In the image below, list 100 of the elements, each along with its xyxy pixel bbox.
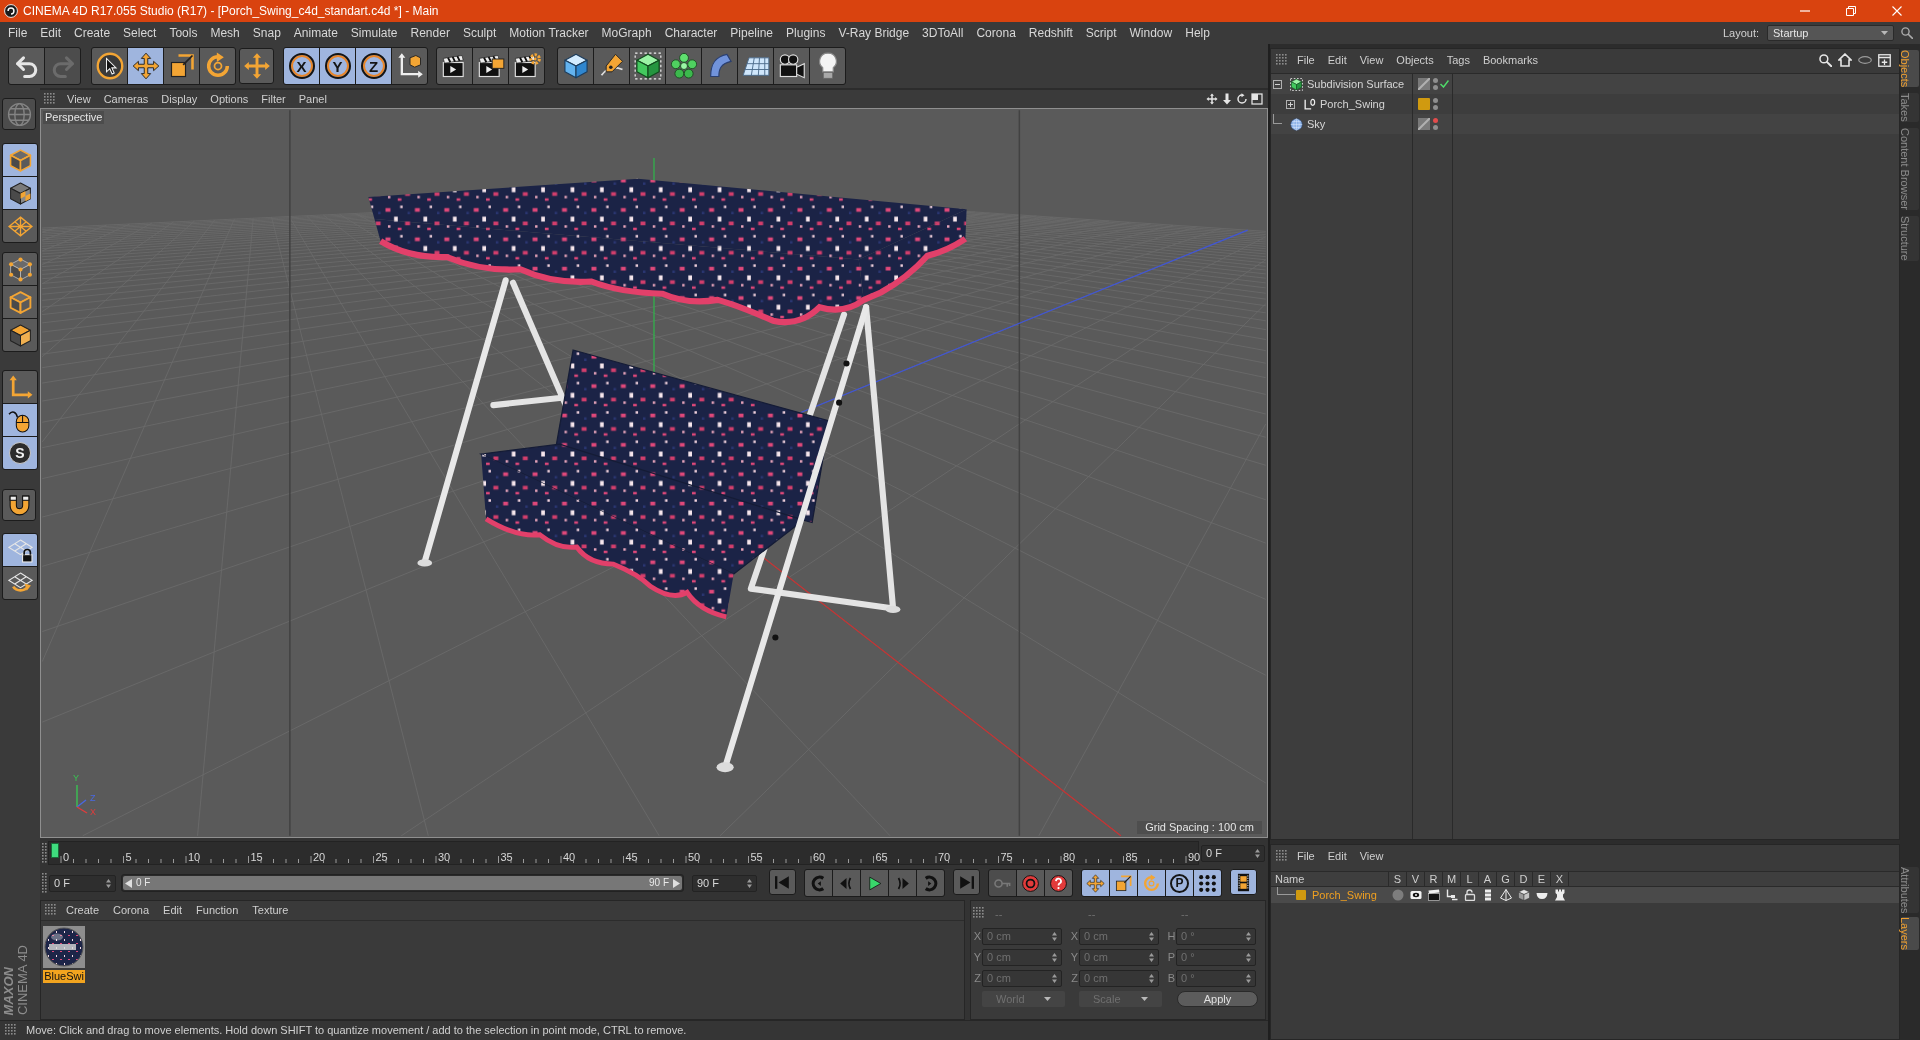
restore-icon[interactable] [1846, 6, 1856, 16]
menu-item[interactable]: Corona [113, 905, 150, 916]
menu-item[interactable]: View [1359, 850, 1384, 862]
menu-item[interactable]: Edit [40, 27, 62, 39]
bars-icon[interactable] [1482, 889, 1494, 901]
menu-item[interactable]: MoGraph [601, 27, 652, 39]
side-tab[interactable]: Attributes [1901, 866, 1919, 913]
close-icon[interactable] [1892, 6, 1902, 16]
rotate-view-icon[interactable] [1236, 93, 1248, 105]
eye-icon[interactable] [1410, 889, 1422, 901]
add-panel-icon[interactable] [1878, 53, 1891, 67]
panel-grip-icon[interactable] [45, 904, 58, 917]
status-dot-icon[interactable] [1433, 118, 1438, 123]
object-name[interactable]: Porch_Swing [1320, 95, 1385, 113]
axis-lock-button[interactable]: X [284, 48, 319, 84]
menu-item[interactable]: Function [196, 905, 239, 916]
menu-item[interactable]: File [1297, 54, 1315, 66]
menu-item[interactable]: Display [161, 93, 198, 105]
side-tab[interactable]: Structure [1901, 216, 1919, 261]
material-sphere-icon[interactable] [43, 926, 85, 968]
home-icon[interactable] [1838, 53, 1852, 67]
parameter-key-button[interactable]: P [1166, 870, 1193, 896]
rook-icon[interactable] [1554, 889, 1566, 901]
menu-item[interactable]: V-Ray Bridge [838, 27, 910, 39]
axis-lock-button[interactable]: Y [320, 48, 355, 84]
menu-item[interactable]: Panel [298, 93, 327, 105]
cube-cage-icon[interactable] [1290, 77, 1303, 91]
layout-dropdown[interactable]: Startup [1767, 25, 1894, 41]
panel-grip-icon[interactable] [42, 843, 47, 863]
menu-item[interactable]: Motion Tracker [509, 27, 589, 39]
caret-down-icon[interactable] [1881, 31, 1888, 35]
menu-item[interactable]: Bookmarks [1482, 54, 1538, 66]
object-name[interactable]: Subdivision Surface [1307, 75, 1405, 93]
menu-item[interactable]: Cameras [103, 93, 149, 105]
axis-lock-button[interactable]: Z [356, 48, 391, 84]
menu-item[interactable]: File [8, 27, 28, 39]
status-dot-icon[interactable] [1433, 78, 1438, 83]
spinner-arrows-icon[interactable] [106, 878, 111, 888]
arrow-down-icon[interactable] [1221, 93, 1233, 105]
menu-item[interactable]: Character [664, 27, 718, 39]
arrow-right-icon[interactable] [673, 878, 680, 888]
menu-item[interactable]: Redshift [1028, 27, 1073, 39]
dot-icon[interactable] [1392, 889, 1404, 901]
menu-item[interactable]: 3DToAll [922, 27, 964, 39]
end-frame-field[interactable]: 90 F [692, 874, 757, 892]
cube-icon[interactable] [1518, 889, 1530, 901]
playhead-marker[interactable] [51, 843, 59, 858]
menu-item[interactable]: Select [123, 27, 157, 39]
padlock-icon[interactable] [1464, 889, 1476, 901]
arrow-left-icon[interactable] [125, 878, 132, 888]
menu-item[interactable]: Script [1085, 27, 1117, 39]
menu-item[interactable]: Snap [252, 27, 281, 39]
panel-grip-icon[interactable] [5, 1024, 18, 1037]
menu-item[interactable]: Texture [252, 905, 289, 916]
current-frame-field[interactable]: 0 F [1201, 844, 1265, 862]
timeline-ruler[interactable]: 0 5 10 15 20 25 30 35 40 45 50 55 60 65 70 75 80 85 90 [48, 841, 1199, 865]
pan-arrows-icon[interactable] [1206, 93, 1218, 105]
clapperboard-icon[interactable] [1428, 889, 1440, 901]
globe-icon[interactable] [1290, 117, 1303, 131]
panel-grip-icon[interactable] [1276, 53, 1289, 67]
menu-item[interactable]: Edit [163, 905, 183, 916]
status-dot-icon[interactable] [1433, 105, 1438, 110]
menu-item[interactable]: Help [1185, 27, 1210, 39]
menu-item[interactable]: Objects [1396, 54, 1434, 66]
maximize-icon[interactable] [1251, 93, 1263, 105]
corner-axis-icon[interactable] [1303, 97, 1316, 111]
object-row[interactable]: Subdivision Surface [1271, 74, 1899, 94]
menu-item[interactable]: Animate [293, 27, 338, 39]
menu-item[interactable]: File [1297, 850, 1315, 862]
check-icon[interactable] [1440, 80, 1449, 88]
menu-item[interactable]: Edit [1327, 54, 1347, 66]
menu-item[interactable]: Options [210, 93, 249, 105]
side-tab[interactable]: Objects [1901, 50, 1919, 88]
menu-item[interactable]: Simulate [350, 27, 398, 39]
layer-row[interactable]: Porch_Swing [1271, 887, 1899, 903]
pyramid-icon[interactable] [1500, 889, 1512, 901]
layer-color-swatch[interactable] [1418, 98, 1430, 110]
status-dot-icon[interactable] [1433, 98, 1438, 103]
side-tab[interactable]: Layers [1901, 916, 1919, 950]
menu-item[interactable]: Sculpt [462, 27, 497, 39]
object-name[interactable]: Sky [1307, 115, 1326, 133]
menu-item[interactable]: Pipeline [730, 27, 774, 39]
layer-name[interactable]: Porch_Swing [1312, 886, 1377, 904]
spinner-arrows-icon[interactable] [747, 878, 752, 888]
menu-item[interactable]: Create [74, 27, 111, 39]
menu-item[interactable]: Corona [976, 27, 1016, 39]
spinner-arrows-icon[interactable] [1255, 848, 1260, 858]
menu-item[interactable]: Window [1129, 27, 1173, 39]
frame-range-bar[interactable]: 0 F 90 F [123, 876, 682, 890]
menu-item[interactable]: Filter [261, 93, 286, 105]
object-row[interactable]: Sky [1271, 114, 1899, 134]
menu-item[interactable]: Create [66, 905, 100, 916]
menu-item[interactable]: View [1359, 54, 1384, 66]
menu-item[interactable]: Mesh [210, 27, 240, 39]
side-tab[interactable]: Takes [1901, 93, 1919, 123]
status-dot-icon[interactable] [1433, 85, 1438, 90]
material-name[interactable]: BlueSwi [43, 970, 85, 983]
hierarchy-icon[interactable] [1446, 889, 1458, 901]
status-dot-icon[interactable] [1433, 125, 1438, 130]
search-icon[interactable] [1819, 53, 1832, 67]
